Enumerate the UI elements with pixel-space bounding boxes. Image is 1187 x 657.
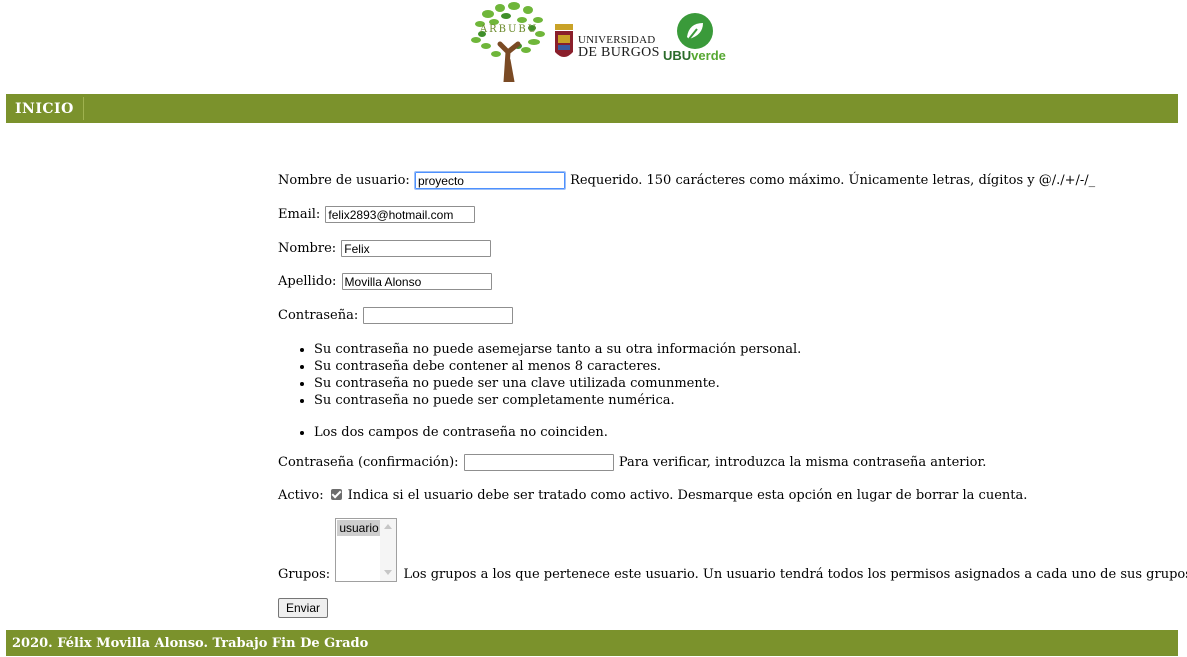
username-row: Nombre de usuario: Requerido. 150 caráct… <box>278 171 1096 190</box>
password-error-list: Los dos campos de contraseña no coincide… <box>278 424 608 441</box>
active-help: Indica si el usuario debe ser tratado co… <box>347 488 1028 503</box>
email-input[interactable] <box>325 206 476 223</box>
password-confirm-help: Para verificar, introduzca la misma cont… <box>618 455 987 470</box>
submit-button[interactable]: Enviar <box>278 598 329 618</box>
groups-option[interactable]: usuario <box>337 520 382 536</box>
username-help: Requerido. 150 carácteres como máximo. Ú… <box>570 173 1096 188</box>
password-confirm-row: Contraseña (confirmación): Para verifica… <box>278 454 986 471</box>
first-name-input[interactable] <box>341 240 492 257</box>
footer: 2020. Félix Movilla Alonso. Trabajo Fin … <box>6 630 1178 656</box>
ubu-logo-line2: DE BURGOS <box>578 45 660 60</box>
list-item: Su contraseña debe contener al menos 8 c… <box>314 358 801 375</box>
header-logos: ARBUBU UNIVERSIDAD DE BURGOS UBUverde <box>0 0 1187 90</box>
list-item: Su contraseña no puede asemejarse tanto … <box>314 341 801 358</box>
groups-row: Grupos: usuario Los grupos a los que per… <box>278 518 1187 582</box>
email-row: Email: <box>278 206 476 223</box>
nav-bar: INICIO <box>6 94 1178 123</box>
groups-select[interactable]: usuario <box>335 518 398 582</box>
username-label: Nombre de usuario: <box>278 173 410 188</box>
list-item: Su contraseña no puede ser una clave uti… <box>314 375 801 392</box>
username-input[interactable] <box>413 171 566 190</box>
arbubu-logo-text: ARBUBU <box>479 24 538 35</box>
scroll-up-icon[interactable] <box>384 524 393 529</box>
groups-scrollbar[interactable] <box>380 519 397 581</box>
active-checkbox[interactable] <box>330 488 342 500</box>
last-name-row: Apellido: <box>278 273 493 290</box>
password-confirm-label: Contraseña (confirmación): <box>278 455 459 470</box>
groups-help: Los grupos a los que pertenece este usua… <box>403 567 1187 582</box>
universidad-burgos-logo: UNIVERSIDAD DE BURGOS <box>553 22 661 68</box>
list-item: Su contraseña no puede ser completamente… <box>314 392 801 409</box>
password-label: Contraseña: <box>278 308 359 323</box>
first-name-row: Nombre: <box>278 240 492 257</box>
arbubu-logo: ARBUBU <box>468 0 550 85</box>
password-mismatch-error: Los dos campos de contraseña no coincide… <box>314 424 608 441</box>
password-row: Contraseña: <box>278 307 514 324</box>
groups-label: Grupos: <box>278 567 331 582</box>
first-name-label: Nombre: <box>278 241 337 256</box>
password-rules-list: Su contraseña no puede asemejarse tanto … <box>278 341 801 409</box>
ubuverde-logo: UBUverde <box>663 13 729 65</box>
nav-item-inicio[interactable]: INICIO <box>6 97 84 120</box>
ubuverde-logo-ubu: UBU <box>663 48 692 63</box>
crest-icon <box>553 22 575 64</box>
active-row: Activo: Indica si el usuario debe ser tra… <box>278 488 1027 503</box>
email-label: Email: <box>278 207 321 222</box>
active-label: Activo: <box>278 488 324 503</box>
last-name-input[interactable] <box>341 273 492 290</box>
password-input[interactable] <box>363 307 514 324</box>
leaf-icon <box>677 13 713 49</box>
last-name-label: Apellido: <box>278 274 337 289</box>
scroll-down-icon[interactable] <box>384 570 393 575</box>
password-confirm-input[interactable] <box>463 454 614 471</box>
ubuverde-logo-verde: verde <box>691 48 726 63</box>
